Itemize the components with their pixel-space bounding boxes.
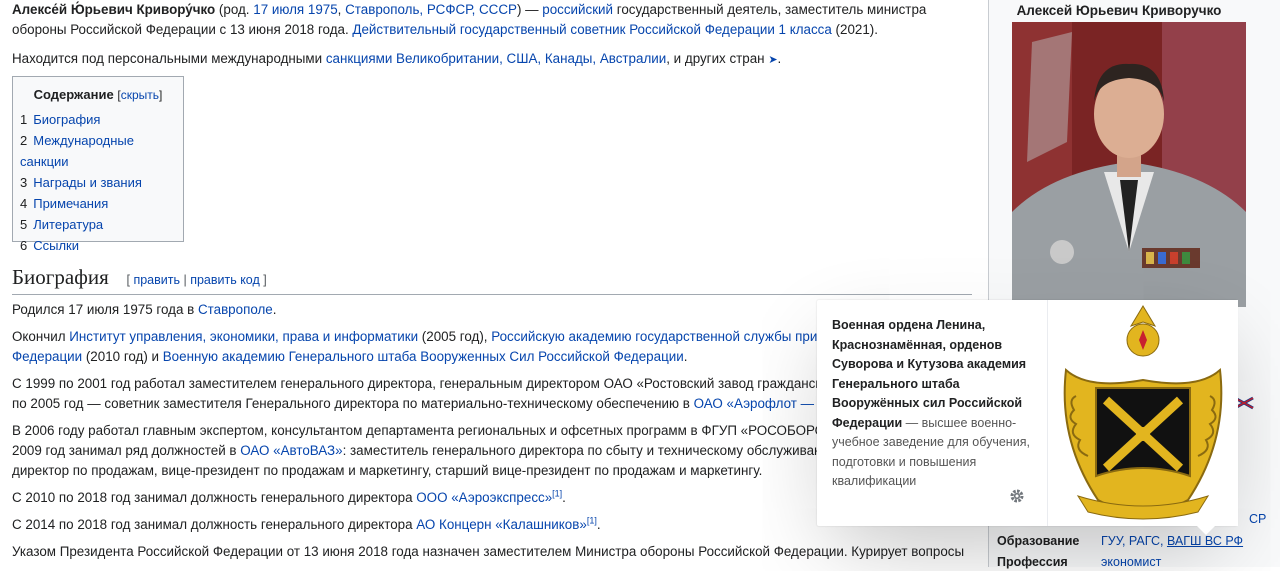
toc-list: 1 Биография 2 Международные санкции 3 Награ… <box>20 109 183 256</box>
profession-value: экономист <box>1101 555 1162 569</box>
toc-item-biography[interactable]: 1 Биография <box>20 109 183 130</box>
rags-link[interactable]: Российскую академию государственной служ… <box>491 329 838 344</box>
edit-link[interactable]: править <box>133 273 180 287</box>
rags-link-cont[interactable]: Федерации <box>12 349 82 364</box>
infobox-fragment-link[interactable]: СР <box>1249 512 1266 526</box>
portrait-photo[interactable] <box>1012 22 1246 307</box>
institute-link[interactable]: Институт управления, экономики, права и … <box>69 329 418 344</box>
edit-code-link[interactable]: править код <box>190 273 260 287</box>
profession-label: Профессия <box>997 555 1068 569</box>
infobox-title: Алексей Юрьевич Криворучко <box>1016 3 1222 18</box>
reference-link[interactable]: [1] <box>552 489 562 499</box>
education-label: Образование <box>997 534 1080 548</box>
birth-date-link[interactable]: 17 июля 1975 <box>253 2 337 17</box>
section-edit-links: [ править | править код ] <box>126 273 267 287</box>
rank-link[interactable]: Действительный государственный советник … <box>352 22 831 37</box>
academy-emblem-image[interactable] <box>1047 300 1238 526</box>
portrait-illustration <box>1012 22 1246 307</box>
toc-item-links[interactable]: 6 Ссылки <box>20 235 183 256</box>
gear-icon[interactable] <box>1009 488 1027 506</box>
section-title: Биография <box>12 265 109 289</box>
education-value: ГУУ, РАГС, ВАГШ ВС РФ <box>1101 534 1244 548</box>
sanctions-paragraph: Находится под персональными международны… <box>12 51 782 66</box>
popup-pointer <box>1197 526 1215 535</box>
general-staff-academy-link[interactable]: Военную академию Генерального штаба Воор… <box>163 349 684 364</box>
sanctions-link[interactable]: санкциями Великобритании, США, Канады, А… <box>326 51 666 66</box>
toc-item-notes[interactable]: 4 Примечания <box>20 193 183 214</box>
toc-item-literature[interactable]: 5 Литература <box>20 214 183 235</box>
toc-item-sanctions[interactable]: 2 Международные санкции <box>20 130 183 172</box>
toc-toggle-link[interactable]: скрыть <box>121 88 159 102</box>
avtovaz-link[interactable]: ОАО «АвтоВАЗ» <box>240 443 342 458</box>
reference-link[interactable]: [1] <box>587 516 597 526</box>
section-heading-biography: Биография [ править | править код ] <box>12 264 972 295</box>
popup-title: Военная ордена Ленина, Краснознамённая, … <box>832 318 1027 430</box>
lead-paragraph: Алексе́й Ю́рьевич Кривору́чко (род. 17 и… <box>12 2 927 37</box>
stavropol-link[interactable]: Ставрополе <box>198 302 273 317</box>
birth-place-link[interactable]: Ставрополь, РСФСР, СССР <box>345 2 517 17</box>
nationality-link[interactable]: российский <box>542 2 613 17</box>
popup-text[interactable]: Военная ордена Ленина, Краснознамённая, … <box>832 316 1034 492</box>
person-name: Алексе́й Ю́рьевич Кривору́чко <box>12 2 216 17</box>
aeroexpress-link[interactable]: ООО «Аэроэкспресс» <box>416 490 552 505</box>
expand-arrow-icon[interactable]: ➤ <box>768 54 777 66</box>
link-preview-popup[interactable]: Военная ордена Ленина, Краснознамённая, … <box>817 300 1238 535</box>
bio-paragraph: Указом Президента Российской Федерации о… <box>12 544 965 559</box>
table-of-contents: Содержание [скрыть] 1 Биография 2 Междунар… <box>12 76 184 253</box>
emblem-illustration <box>1048 300 1238 526</box>
kalashnikov-link[interactable]: АО Концерн «Калашников» <box>416 517 587 532</box>
vagsh-link[interactable]: ВАГШ ВС РФ <box>1167 534 1243 548</box>
toc-title: Содержание <box>33 87 114 102</box>
toc-item-awards[interactable]: 3 Награды и звания <box>20 172 183 193</box>
flag-fragment-icon <box>1233 396 1273 416</box>
